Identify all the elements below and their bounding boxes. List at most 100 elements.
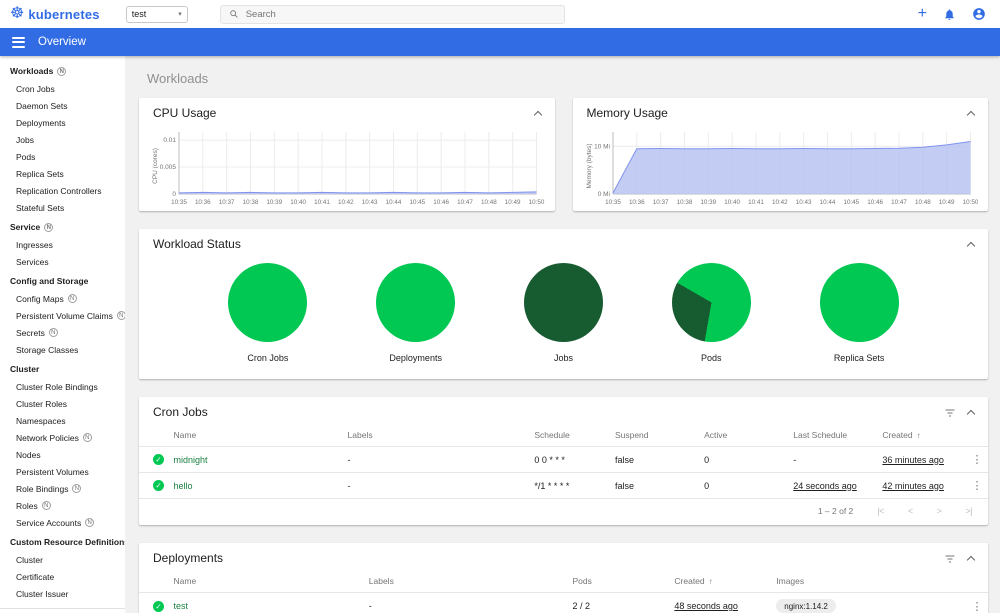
column-header-active[interactable]: Active [696,425,786,447]
sidebar-item-secrets[interactable]: Secrets N [0,324,125,341]
namespaced-badge-icon: N [41,501,51,510]
sidebar-item-persistent-volume-claims[interactable]: Persistent Volume Claims N [0,307,125,324]
labels-value: - [368,601,372,611]
namespace-value: test [131,9,147,19]
previous-page-icon[interactable]: < [908,506,913,516]
sidebar-section-custom-resource-definitions[interactable]: Custom Resource Definitions [0,531,125,551]
sidebar-item-label: Network Policies [16,432,79,443]
svg-text:10:49: 10:49 [938,199,954,206]
sort-ascending-icon: ↑ [708,577,713,586]
resource-link[interactable]: test [174,601,189,611]
column-label: Images [776,576,805,586]
donut-chart[interactable] [671,263,751,342]
sidebar-item-services[interactable]: Services [0,253,125,270]
collapse-icon[interactable] [966,241,976,250]
last_schedule-value: - [793,454,797,465]
sidebar-item-network-policies[interactable]: Network Policies N [0,429,125,446]
sidebar-section-cluster[interactable]: Cluster [0,358,125,378]
column-label: Suspend [614,430,649,440]
column-header-suspend[interactable]: Suspend [606,425,697,447]
sidebar-item-storage-classes[interactable]: Storage Classes [0,341,125,358]
donut-chart[interactable] [376,263,456,342]
namespace-selector[interactable]: test ▾ [125,5,188,23]
column-header-spacer [963,425,988,447]
collapse-icon[interactable] [533,110,542,119]
donut-chart[interactable] [228,263,308,342]
sidebar-item-namespaces[interactable]: Namespaces [0,412,125,429]
sidebar-section-config-and-storage[interactable]: Config and Storage [0,270,125,290]
sidebar-item-deployments[interactable]: Deployments [0,114,125,131]
collapse-icon[interactable] [966,555,976,564]
donut-chart[interactable] [819,263,899,342]
column-header-images[interactable]: Images [768,571,964,593]
first-page-icon[interactable]: |< [877,506,884,516]
svg-text:0.005: 0.005 [160,164,177,171]
column-header-spacer [139,425,166,447]
resource-link[interactable]: midnight [174,455,208,465]
notifications-bell-icon[interactable] [943,8,956,21]
filter-icon[interactable] [944,554,956,564]
namespaced-badge-icon: N [72,484,82,493]
sidebar-item-config-maps[interactable]: Config Maps N [0,290,125,307]
svg-text:10:45: 10:45 [409,199,425,206]
user-account-icon[interactable] [972,7,986,21]
column-header-name[interactable]: Name [165,425,340,447]
sidebar-item-jobs[interactable]: Jobs [0,131,125,148]
sidebar-item-pods[interactable]: Pods [0,148,125,165]
sidebar-item-stateful-sets[interactable]: Stateful Sets [0,199,125,216]
svg-text:10:45: 10:45 [843,199,859,206]
column-header-name[interactable]: Name [165,571,361,593]
sidebar-item-cluster-roles[interactable]: Cluster Roles [0,395,125,412]
sidebar-item-replication-controllers[interactable]: Replication Controllers [0,182,125,199]
sidebar-item-cluster-issuer[interactable]: Cluster Issuer [0,585,125,602]
resource-link[interactable]: hello [174,481,193,491]
collapse-icon[interactable] [966,110,976,119]
search-input[interactable] [245,8,556,20]
row-menu-icon[interactable]: ⋮ [972,480,983,492]
donut-chart[interactable] [523,263,603,342]
column-header-created[interactable]: Created ↑ [666,571,769,593]
row-menu-icon[interactable]: ⋮ [972,601,983,613]
column-header-schedule[interactable]: Schedule [526,425,607,447]
svg-text:10:39: 10:39 [700,199,716,206]
svg-text:10:44: 10:44 [386,199,402,206]
images-chip: nginx:1.14.2 [776,599,836,613]
column-header-last-schedule[interactable]: Last Schedule [785,425,875,447]
sidebar-item-label: Config Maps [16,293,64,304]
sidebar-item-ingresses[interactable]: Ingresses [0,236,125,253]
collapse-icon[interactable] [966,409,976,418]
sidebar-item-role-bindings[interactable]: Role Bindings N [0,480,125,497]
column-header-spacer [963,571,988,593]
sidebar-item-replica-sets[interactable]: Replica Sets [0,165,125,182]
sidebar-item-label: Persistent Volumes [16,466,89,477]
sidebar-item-roles[interactable]: Roles N [0,497,125,514]
sidebar-item-cluster-role-bindings[interactable]: Cluster Role Bindings [0,378,125,395]
sidebar-item-label: Secrets [16,327,45,338]
column-header-pods[interactable]: Pods [564,571,667,593]
sidebar-item-persistent-volumes[interactable]: Persistent Volumes [0,463,125,480]
workload-donut-deployments: Deployments [376,263,456,363]
workload-donut-cron-jobs: Cron Jobs [228,263,308,363]
svg-text:10:46: 10:46 [867,199,883,206]
filter-icon[interactable] [944,408,956,418]
menu-icon[interactable] [12,36,25,48]
create-resource-icon[interactable]: + [918,6,927,22]
search-bar[interactable] [219,4,565,24]
row-menu-icon[interactable]: ⋮ [972,454,983,466]
svg-text:10:47: 10:47 [457,199,473,206]
sidebar-item-nodes[interactable]: Nodes [0,446,125,463]
sidebar-section-service[interactable]: Service N [0,216,125,236]
sidebar-item-service-accounts[interactable]: Service Accounts N [0,514,125,531]
column-header-labels[interactable]: Labels [339,425,527,447]
sidebar-item-cluster[interactable]: Cluster [0,551,125,568]
next-page-icon[interactable]: > [937,506,942,516]
column-header-labels[interactable]: Labels [360,571,565,593]
sidebar-item-cron-jobs[interactable]: Cron Jobs [0,80,125,97]
sidebar-section-workloads[interactable]: Workloads N [0,60,125,80]
column-header-created[interactable]: Created ↑ [874,425,964,447]
brand[interactable]: ☸ kubernetes [10,6,100,22]
last-page-icon[interactable]: >| [965,506,972,516]
sidebar-item-certificate[interactable]: Certificate [0,568,125,585]
sidebar-item-daemon-sets[interactable]: Daemon Sets [0,97,125,114]
svg-text:10:50: 10:50 [529,199,545,206]
